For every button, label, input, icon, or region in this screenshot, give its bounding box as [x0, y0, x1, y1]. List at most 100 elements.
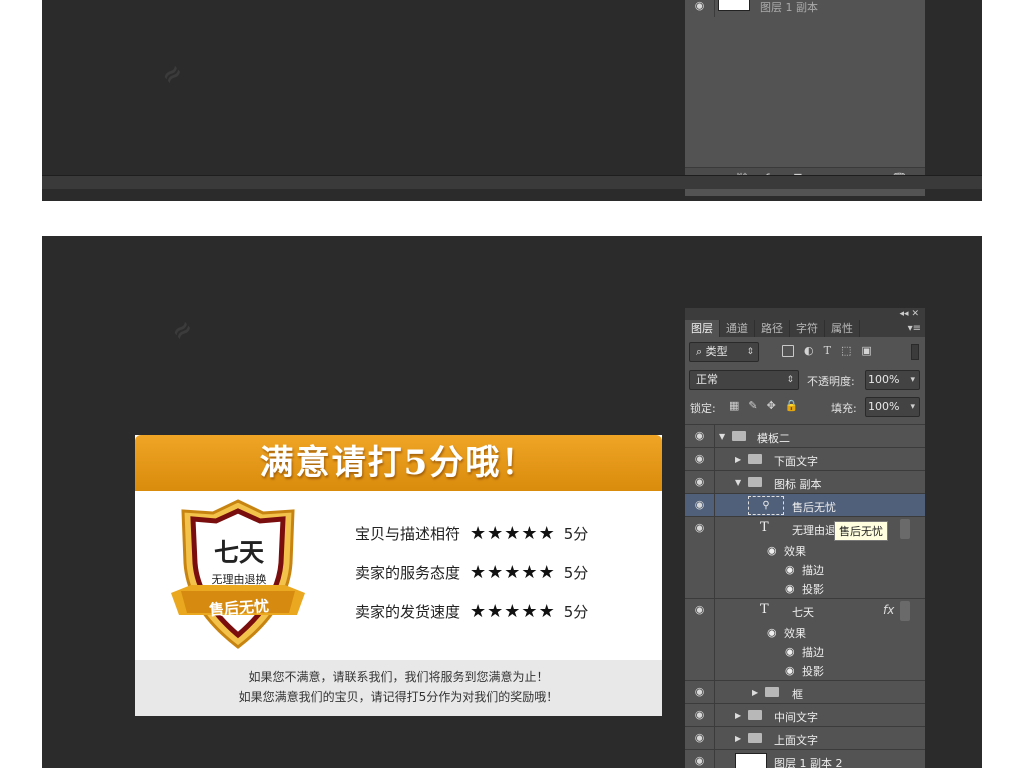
fill-label: 填充:: [831, 402, 857, 415]
rating-score: 5分: [563, 603, 589, 621]
lock-paint-icon[interactable]: ✎: [748, 399, 757, 412]
folder-icon: [748, 710, 762, 720]
layer-row-selected[interactable]: ◉ ⚲ 售后无忧: [685, 493, 925, 516]
tab-channels[interactable]: 通道: [720, 320, 755, 337]
eye-icon[interactable]: ◉: [685, 750, 715, 768]
eye-icon[interactable]: ◉: [685, 494, 715, 516]
collapse-arrow-icon[interactable]: ▶: [735, 711, 741, 720]
collapse-arrow-icon[interactable]: ▶: [735, 455, 741, 464]
blend-mode-select[interactable]: 正常 ⇕: [689, 370, 799, 390]
rating-label: 宝贝与描述相符: [355, 525, 461, 543]
eye-icon[interactable]: ◉: [685, 425, 715, 447]
layer-name: 框: [792, 688, 803, 701]
layers-panel: ◂◂ ✕ 图层 通道 路径 字符 属性 ▾≡ ⌕ 类型 ⇕ ◐ T ⬚ ▣ 正常 ⇕…: [685, 308, 925, 768]
search-icon: ⌕: [696, 345, 706, 358]
layer-group-row[interactable]: ◉ ▶ 中间文字: [685, 703, 925, 726]
layer-group-row[interactable]: ◉ ▶ 下面文字: [685, 447, 925, 470]
layers-panel-top: ◉ 图层 1 副本 ⛓ fx. ◘ ◐ ▬ ▣ 🗑: [685, 0, 925, 196]
eye-icon[interactable]: ◉: [685, 599, 715, 680]
shape-thumbnail: ⚲: [748, 496, 784, 515]
rating-score: 5分: [563, 525, 589, 543]
text-layer-block[interactable]: ◉ T 无理由退换 ◉ 效果 ◉ 描边 ◉ 投影: [685, 516, 925, 598]
lock-all-icon[interactable]: 🔒: [785, 399, 799, 412]
text-layer-block[interactable]: ◉ T 七天 fx ◉ 效果 ◉ 描边 ◉ 投影: [685, 598, 925, 680]
rating-score: 5分: [563, 564, 589, 582]
smart-object-filter-icon[interactable]: ▣: [861, 344, 871, 357]
image-filter-icon[interactable]: [782, 344, 794, 357]
watermark: ≈: [165, 312, 199, 348]
layer-scrollbar[interactable]: [900, 519, 910, 539]
filter-toggle[interactable]: [911, 344, 919, 360]
opacity-value: 100%: [868, 373, 900, 386]
layer-name: 图层 1 副本: [760, 1, 818, 14]
fill-input[interactable]: 100% ▾: [865, 397, 920, 417]
fill-value: 100%: [868, 400, 900, 413]
chevron-down-icon: ▾: [910, 402, 915, 412]
chevron-icon: ⇕: [786, 375, 794, 385]
watermark: ≈: [155, 56, 189, 92]
effect-eye-icon[interactable]: ◉: [785, 645, 795, 658]
eye-icon[interactable]: ◉: [685, 704, 715, 726]
photoshop-canvas-top: ≈ ◉ 图层 1 副本 ⛓ fx. ◘ ◐ ▬ ▣ 🗑: [42, 0, 982, 201]
eye-icon[interactable]: ◉: [685, 0, 715, 17]
layer-group-row[interactable]: ◉ ▼ 模板二: [685, 424, 925, 447]
stroke-effect-label: 描边: [802, 564, 824, 577]
opacity-label: 不透明度:: [807, 375, 855, 388]
layer-row[interactable]: ◉ 图层 1 副本: [685, 0, 925, 17]
effect-eye-icon[interactable]: ◉: [785, 664, 795, 677]
folder-icon: [732, 431, 746, 441]
rating-card: 满意请打5分哦！ 七天 无理由退换 售后无忧 宝贝与描述相符 ★★★★★ 5分 …: [135, 435, 662, 716]
text-layer-icon: T: [760, 520, 769, 535]
layer-name: 售后无忧: [792, 501, 836, 514]
layer-list: ◉ ▼ 模板二 ◉ ▶ 下面文字 ◉ ▼ 图标 副本 ◉ ⚲ 售后无忧 ◉ T …: [685, 424, 925, 768]
rating-label: 卖家的服务态度: [355, 564, 461, 582]
layer-thumbnail: [735, 753, 767, 768]
layer-name: 中间文字: [774, 711, 818, 724]
adjustment-filter-icon[interactable]: ◐: [804, 344, 814, 357]
expand-arrow-icon[interactable]: ▼: [735, 478, 741, 487]
expand-arrow-icon[interactable]: ▼: [719, 432, 725, 441]
tab-layers[interactable]: 图层: [685, 320, 720, 337]
effect-eye-icon[interactable]: ◉: [785, 563, 795, 576]
layer-group-row[interactable]: ◉ ▶ 框: [685, 680, 925, 703]
close-icon[interactable]: ✕: [911, 309, 919, 319]
tab-character[interactable]: 字符: [790, 320, 825, 337]
eye-icon[interactable]: ◉: [685, 517, 715, 598]
shape-filter-icon[interactable]: ⬚: [841, 344, 851, 357]
rating-label: 卖家的发货速度: [355, 603, 461, 621]
collapse-arrow-icon[interactable]: ▶: [752, 688, 758, 697]
eye-icon[interactable]: ◉: [685, 471, 715, 493]
fx-icon[interactable]: fx: [883, 603, 894, 617]
collapse-icon[interactable]: ◂◂: [900, 309, 909, 319]
effect-eye-icon[interactable]: ◉: [785, 582, 795, 595]
folder-icon: [748, 477, 762, 487]
eye-icon[interactable]: ◉: [685, 727, 715, 749]
filter-kind-value: 类型: [705, 345, 728, 358]
effects-eye-icon[interactable]: ◉: [767, 626, 777, 639]
lock-transparent-icon[interactable]: ▦: [729, 399, 739, 412]
shadow-effect-label: 投影: [802, 665, 824, 678]
horizontal-scrollbar[interactable]: [42, 175, 982, 189]
layer-row[interactable]: ◉ 图层 1 副本 2: [685, 749, 925, 768]
effects-eye-icon[interactable]: ◉: [767, 544, 777, 557]
rating-row: 宝贝与描述相符 ★★★★★ 5分: [355, 523, 588, 544]
eye-icon[interactable]: ◉: [685, 681, 715, 703]
tab-properties[interactable]: 属性: [825, 320, 860, 337]
panel-menu-icon[interactable]: ▾≡: [908, 323, 925, 334]
footer-line: 如果您不满意，请联系我们，我们将服务到您满意为止！: [248, 670, 549, 684]
star-icons: ★★★★★: [470, 523, 556, 544]
star-icons: ★★★★★: [470, 601, 556, 622]
lock-position-icon[interactable]: ✥: [767, 399, 776, 412]
collapse-arrow-icon[interactable]: ▶: [735, 734, 741, 743]
badge-sub-text: 无理由退换: [211, 573, 267, 586]
eye-icon[interactable]: ◉: [685, 448, 715, 470]
effects-label: 效果: [784, 627, 806, 640]
filter-kind-select[interactable]: ⌕ 类型 ⇕: [689, 342, 759, 362]
tab-paths[interactable]: 路径: [755, 320, 790, 337]
layer-group-row[interactable]: ◉ ▶ 上面文字: [685, 726, 925, 749]
opacity-input[interactable]: 100% ▾: [865, 370, 920, 390]
type-filter-icon[interactable]: T: [824, 344, 831, 357]
folder-icon: [748, 733, 762, 743]
layer-scrollbar[interactable]: [900, 601, 910, 621]
layer-group-row[interactable]: ◉ ▼ 图标 副本: [685, 470, 925, 493]
